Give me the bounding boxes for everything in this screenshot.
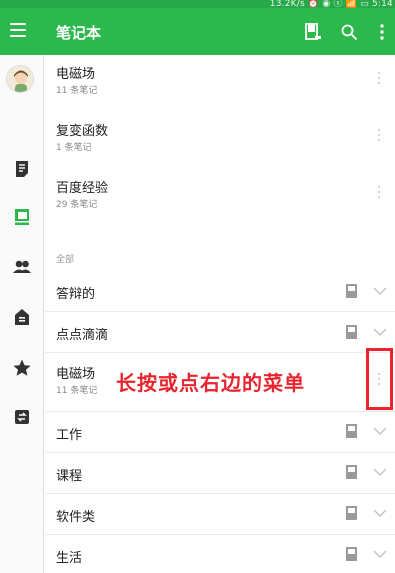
notebook-name: 工作 <box>56 428 83 443</box>
list-item[interactable]: 电磁场 11 条笔记 <box>45 55 395 112</box>
annotation-highlight-box <box>366 348 393 410</box>
app-bar: 笔记本 <box>0 8 395 55</box>
chevron-down-icon[interactable] <box>373 508 387 518</box>
more-vertical-icon[interactable] <box>375 72 383 86</box>
sidebar <box>0 55 44 573</box>
more-vertical-icon[interactable] <box>375 186 383 200</box>
note-count: 29 条笔记 <box>56 200 98 210</box>
notebook-icon <box>346 325 357 339</box>
chevron-down-icon[interactable] <box>373 426 387 436</box>
annotation-text: 长按或点右边的菜单 <box>116 371 305 395</box>
notebook-name: 答辩的 <box>56 287 96 302</box>
list-item[interactable]: 百度经验 29 条笔记 <box>45 169 395 226</box>
notebook-name: 电磁场 <box>56 367 96 382</box>
notebook-name: 生活 <box>56 551 83 566</box>
chevron-down-icon[interactable] <box>373 549 387 559</box>
notebook-name: 百度经验 <box>56 181 109 196</box>
list-item[interactable]: 工作 <box>45 412 395 452</box>
page-title: 笔记本 <box>56 24 102 42</box>
notebook-icon <box>346 506 357 520</box>
chevron-down-icon[interactable] <box>373 327 387 337</box>
status-bar: 13.2K/s ⏰ ◉ ⓢ 📶 ▭ 5:14 <box>0 0 395 9</box>
note-count: 1 条笔记 <box>56 143 92 153</box>
chevron-down-icon[interactable] <box>373 467 387 477</box>
list-item[interactable]: 复变函数 1 条笔记 <box>45 112 395 169</box>
list-item[interactable]: 答辩的 <box>45 271 395 311</box>
list-item[interactable]: 点点滴滴 <box>45 312 395 352</box>
note-count: 11 条笔记 <box>56 86 98 96</box>
group-icon[interactable] <box>12 257 32 277</box>
notebook-icon <box>346 547 357 561</box>
notebook-name: 电磁场 <box>56 67 96 82</box>
notebooks-icon[interactable] <box>12 207 32 227</box>
notebook-name: 课程 <box>56 469 83 484</box>
section-label: 全部 <box>56 255 75 265</box>
work-chat-icon[interactable] <box>12 307 32 327</box>
star-icon[interactable] <box>12 358 32 378</box>
notebook-icon[interactable] <box>301 20 325 44</box>
avatar[interactable] <box>6 65 34 93</box>
search-icon[interactable] <box>337 20 361 44</box>
sync-icon[interactable] <box>12 407 32 427</box>
chevron-down-icon[interactable] <box>373 286 387 296</box>
notebook-icon <box>346 424 357 438</box>
notebook-name: 软件类 <box>56 510 96 525</box>
list-item[interactable]: 课程 <box>45 453 395 493</box>
notebook-list: 电磁场 11 条笔记 复变函数 1 条笔记 百度经验 29 条笔记 全部 答辩的… <box>45 55 395 573</box>
notes-icon[interactable] <box>12 159 32 179</box>
notebook-name: 复变函数 <box>56 124 109 139</box>
list-item[interactable]: 生活 <box>45 535 395 573</box>
more-vertical-icon[interactable] <box>375 129 383 143</box>
notebook-icon <box>346 284 357 298</box>
list-item[interactable]: 软件类 <box>45 494 395 534</box>
notebook-name: 点点滴滴 <box>56 328 109 343</box>
more-vertical-icon[interactable] <box>370 20 394 44</box>
notebook-icon <box>346 465 357 479</box>
note-count: 11 条笔记 <box>56 386 98 396</box>
menu-icon[interactable] <box>10 23 26 37</box>
